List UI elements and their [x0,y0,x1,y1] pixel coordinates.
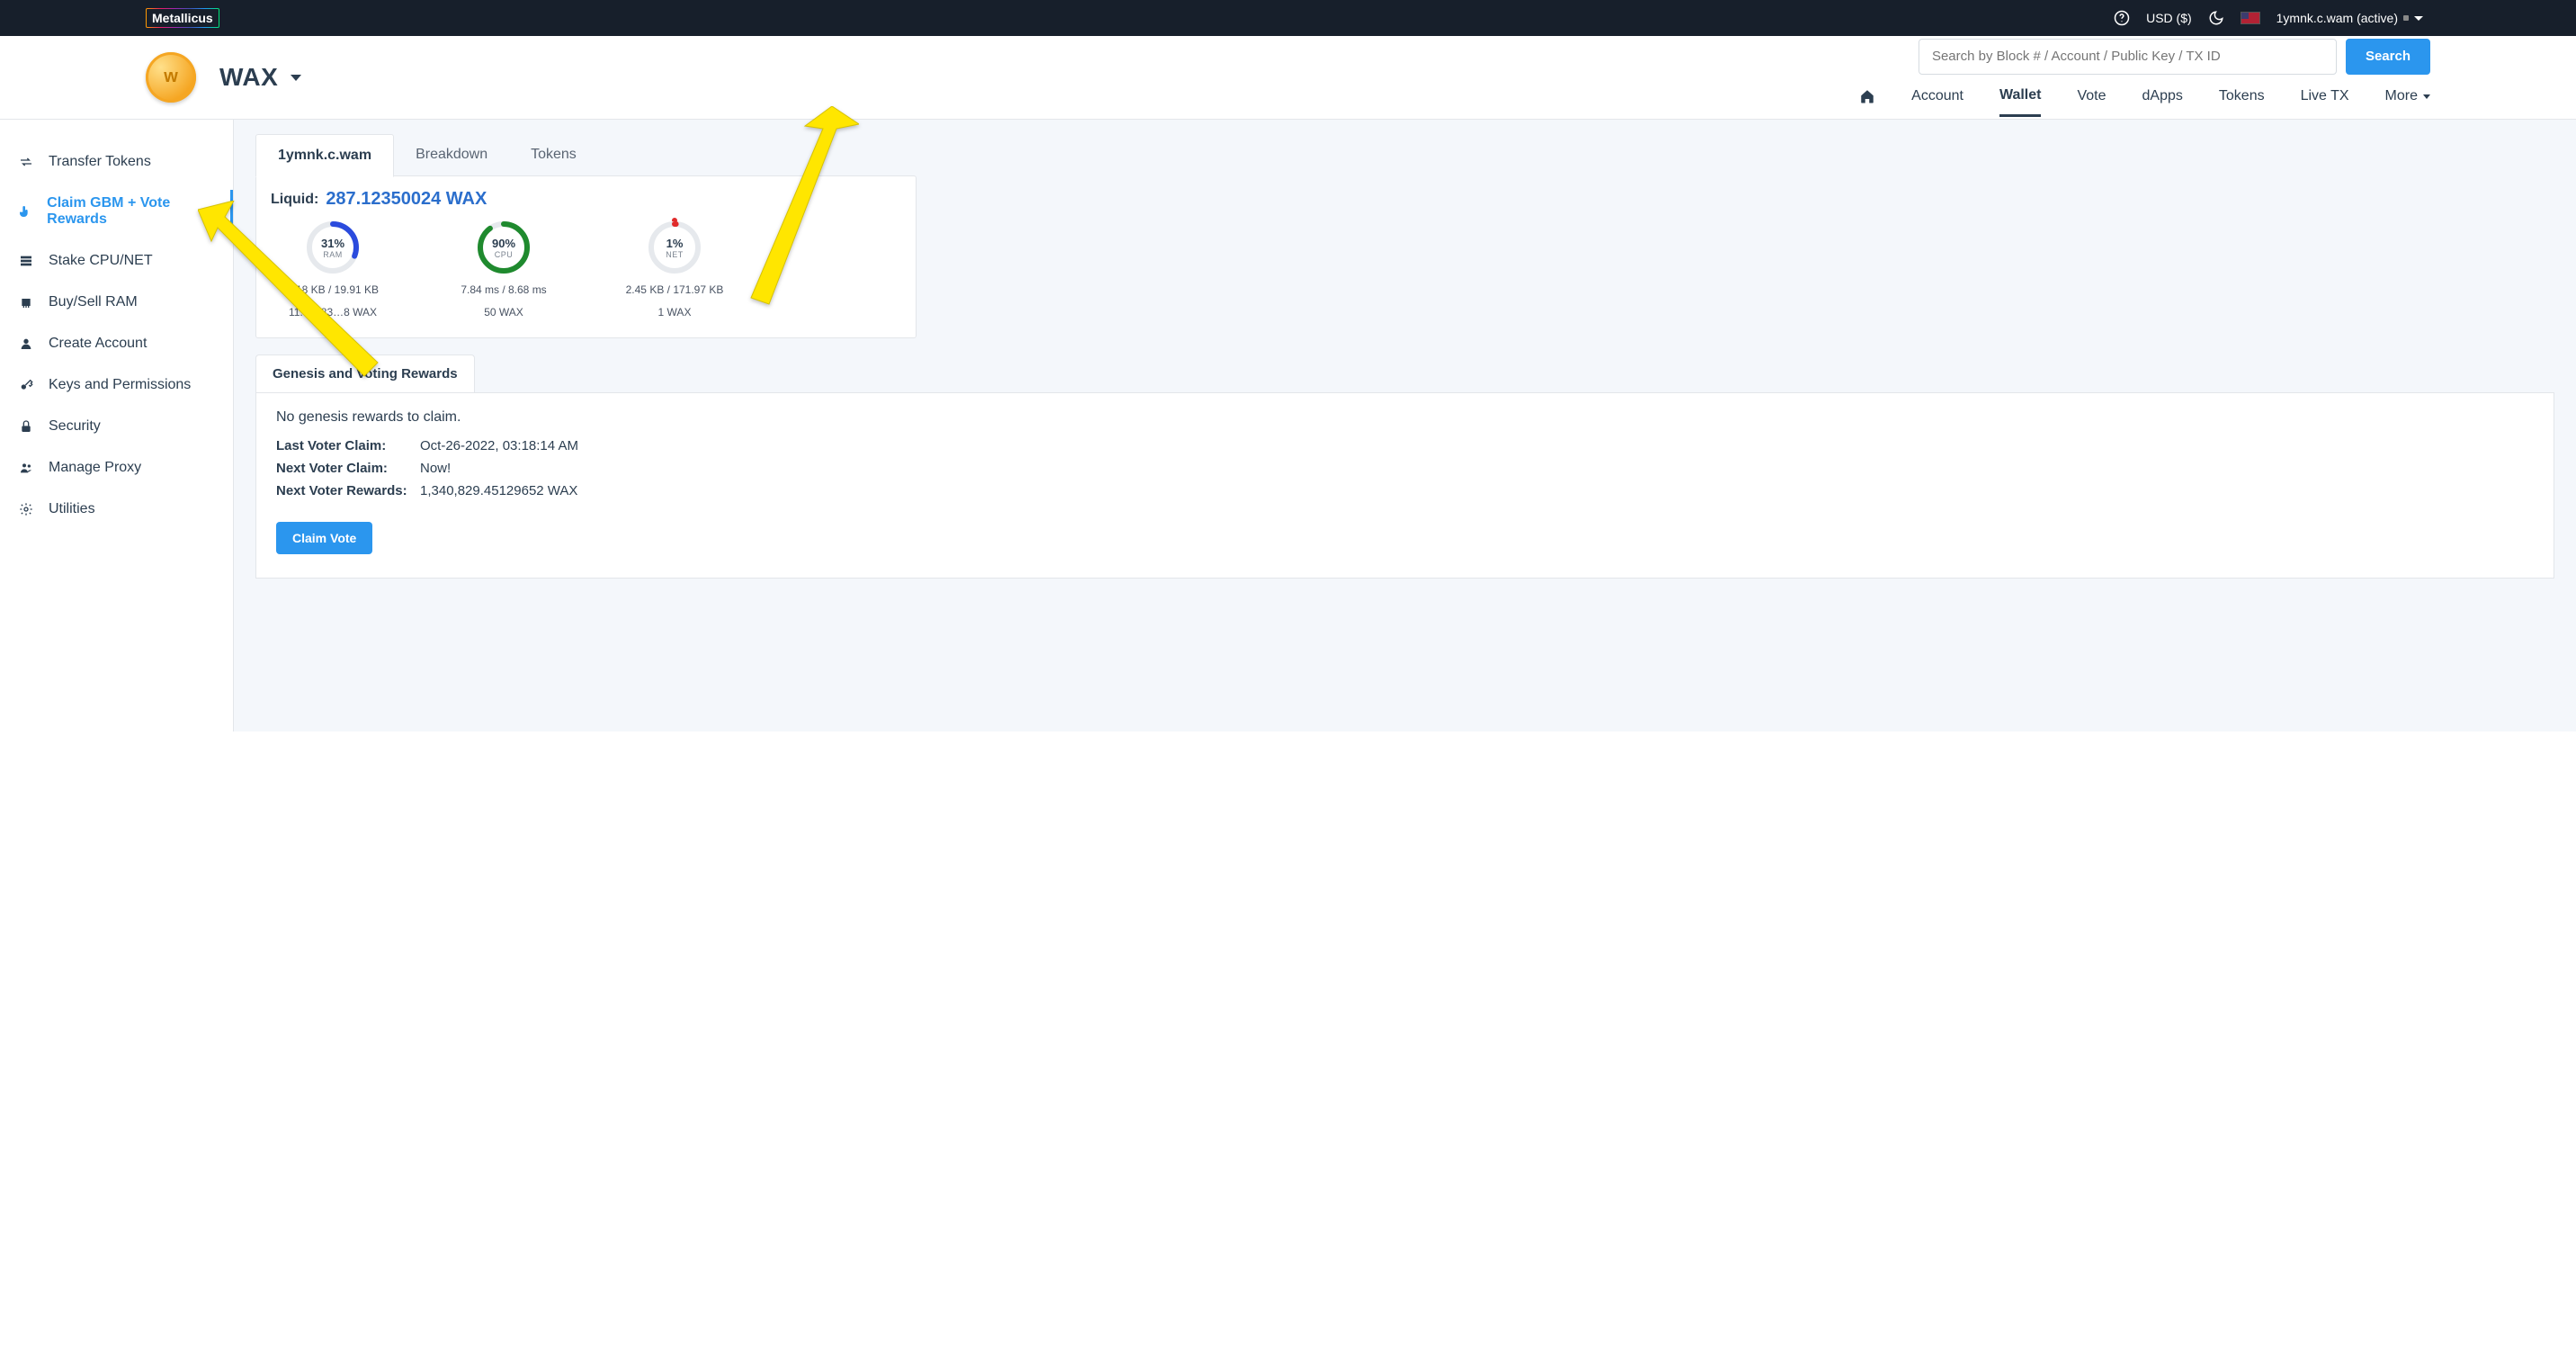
sidebar-item-label: Buy/Sell RAM [49,294,138,310]
tab-genesis-rewards[interactable]: Genesis and Voting Rewards [255,354,475,392]
user-icon [18,336,34,352]
flag-us-icon [2241,12,2260,24]
search-bar: Search [1919,39,2430,75]
sidebar-item-label: Security [49,418,101,435]
account-dropdown[interactable]: 1ymnk.c.wam (active) [2276,11,2423,25]
liquid-balance: Liquid: 287.12350024 WAX [271,189,901,210]
chain-name: WAX [219,63,278,92]
nav-vote[interactable]: Vote [2077,87,2106,117]
gauge-ram-label: RAM [323,250,343,259]
chip-icon [18,294,34,310]
top-bar: Metallicus USD ($) 1ymnk.c.wam (active) [0,0,2576,36]
caret-down-icon [2414,16,2423,21]
claim-vote-button[interactable]: Claim Vote [276,522,372,554]
theme-toggle-icon[interactable] [2208,10,2224,26]
tab-breakdown[interactable]: Breakdown [394,134,509,176]
gauge-net-staked: 1 WAX [616,304,733,321]
tab-tokens[interactable]: Tokens [509,134,598,176]
currency-selector[interactable]: USD ($) [2146,11,2192,25]
caret-down-icon [291,75,301,81]
brand-logo[interactable]: Metallicus [146,8,219,28]
transfer-icon [18,154,34,170]
stack-icon [18,253,34,269]
last-claim-value: Oct-26-2022, 03:18:14 AM [420,438,578,453]
sidebar-item-stake[interactable]: Stake CPU/NET [0,240,233,282]
sidebar-item-claim-rewards[interactable]: Claim GBM + Vote Rewards [0,183,233,240]
gauge-net-pct: 1% [666,237,684,250]
gauge-ram: 31%RAM 6.18 KB / 19.91 KB 11.33083…8 WAX [274,219,391,321]
row-last-claim: Last Voter Claim: Oct-26-2022, 03:18:14 … [276,438,2534,453]
hand-icon [18,203,32,220]
chain-selector[interactable]: w WAX [146,52,301,103]
sidebar-item-label: Stake CPU/NET [49,253,153,269]
gauge-ram-pct: 31% [321,237,344,250]
next-rewards-label: Next Voter Rewards: [276,483,420,498]
sidebar: Transfer Tokens Claim GBM + Vote Rewards… [0,120,234,731]
next-rewards-value: 1,340,829.45129652 WAX [420,483,577,498]
nav-livetx[interactable]: Live TX [2301,87,2349,117]
users-icon [18,460,34,476]
lock-icon [18,418,34,435]
tab-account[interactable]: 1ymnk.c.wam [255,134,394,177]
gauge-cpu: 90%CPU 7.84 ms / 8.68 ms 50 WAX [445,219,562,321]
gauge-net-usage: 2.45 KB / 171.97 KB [616,282,733,299]
sidebar-item-label: Claim GBM + Vote Rewards [47,195,215,228]
nav-more[interactable]: More [2385,87,2430,117]
sidebar-item-label: Utilities [49,501,95,517]
liquid-value: 287.12350024 WAX [326,189,487,210]
no-genesis-msg: No genesis rewards to claim. [276,409,2534,426]
sidebar-item-security[interactable]: Security [0,406,233,447]
page-header: w WAX Search Account Wallet Vote dApps T… [0,36,2576,120]
chain-logo-icon: w [146,52,196,103]
nav-tokens[interactable]: Tokens [2219,87,2265,117]
nav-account[interactable]: Account [1911,87,1963,117]
nav-dapps[interactable]: dApps [2142,87,2183,117]
account-label: 1ymnk.c.wam (active) [2276,11,2398,25]
body: Transfer Tokens Claim GBM + Vote Rewards… [0,120,2576,731]
row-next-claim: Next Voter Claim: Now! [276,461,2534,476]
gauge-ram-staked: 11.33083…8 WAX [274,304,391,321]
main-content: 1ymnk.c.wam Breakdown Tokens Liquid: 287… [234,120,2576,731]
liquid-label: Liquid: [271,192,318,208]
link-indicator-icon [2403,15,2409,21]
gauge-cpu-staked: 50 WAX [445,304,562,321]
gauge-cpu-pct: 90% [492,237,515,250]
sidebar-item-label: Keys and Permissions [49,377,191,393]
sidebar-item-transfer[interactable]: Transfer Tokens [0,141,233,183]
rewards-section: Genesis and Voting Rewards No genesis re… [255,354,2554,579]
next-claim-label: Next Voter Claim: [276,461,420,476]
sidebar-item-label: Manage Proxy [49,460,141,476]
sidebar-item-ram[interactable]: Buy/Sell RAM [0,282,233,323]
nav-more-label: More [2385,88,2418,104]
wallet-summary-card: 1ymnk.c.wam Breakdown Tokens Liquid: 287… [255,134,917,338]
brand-text: Metallicus [147,9,219,27]
gauge-net-label: NET [666,250,684,259]
gauge-cpu-label: CPU [495,250,514,259]
nav-home[interactable] [1859,87,1875,117]
help-icon[interactable] [2114,10,2130,26]
search-input[interactable] [1919,39,2337,75]
next-claim-value: Now! [420,461,451,476]
sidebar-item-proxy[interactable]: Manage Proxy [0,447,233,489]
main-nav: Account Wallet Vote dApps Tokens Live TX… [1859,87,2430,117]
sidebar-item-label: Create Account [49,336,147,352]
gauge-net: 1%NET 2.45 KB / 171.97 KB 1 WAX [616,219,733,321]
row-next-rewards: Next Voter Rewards: 1,340,829.45129652 W… [276,483,2534,498]
sidebar-item-keys[interactable]: Keys and Permissions [0,364,233,406]
key-icon [18,377,34,393]
nav-wallet[interactable]: Wallet [1999,87,2042,117]
sidebar-item-utilities[interactable]: Utilities [0,489,233,530]
gauge-cpu-usage: 7.84 ms / 8.68 ms [445,282,562,299]
sidebar-item-label: Transfer Tokens [49,154,151,170]
sidebar-item-create-account[interactable]: Create Account [0,323,233,364]
gear-icon [18,501,34,517]
last-claim-label: Last Voter Claim: [276,438,420,453]
search-button[interactable]: Search [2346,39,2430,75]
caret-down-icon [2423,94,2430,99]
gauge-ram-usage: 6.18 KB / 19.91 KB [274,282,391,299]
locale-flag[interactable] [2241,12,2260,24]
